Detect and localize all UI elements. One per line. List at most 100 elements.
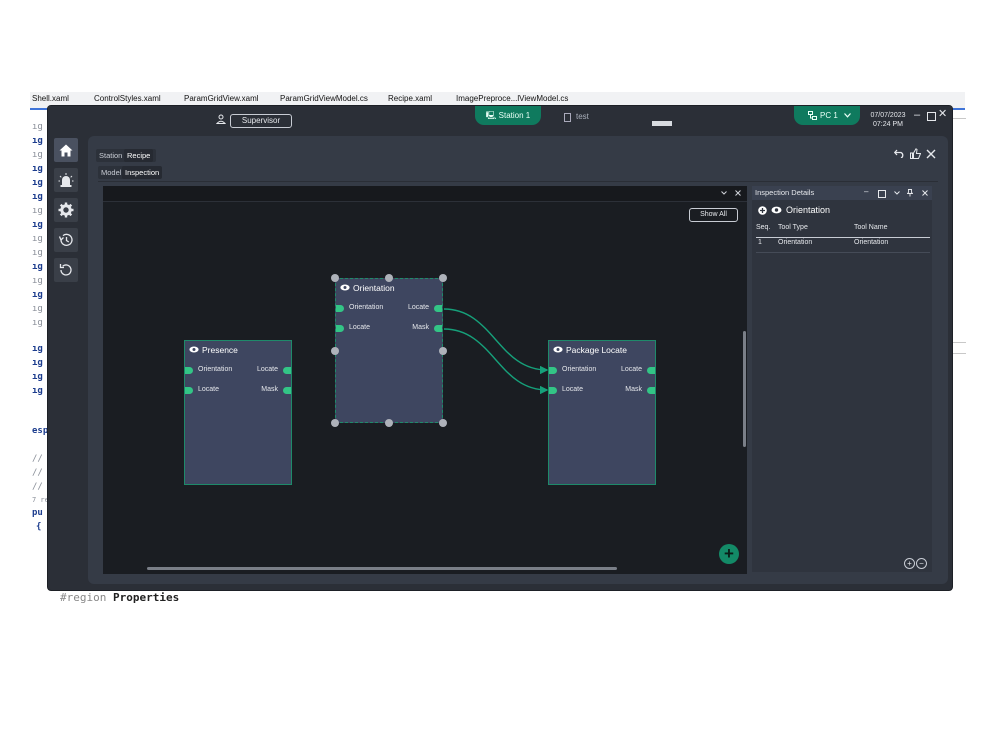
laptop-icon: 🖳︎ [485,111,497,120]
resize-handle[interactable] [385,419,393,427]
close-icon[interactable]: ✕ [938,109,947,120]
column-header-tool-name[interactable]: Tool Name [854,224,887,231]
close-icon[interactable] [922,190,928,196]
top-tab-bar: Station Recipe [96,149,156,162]
chevron-down-icon[interactable] [894,191,900,195]
add-circle-icon[interactable] [758,205,767,215]
tab-recipe[interactable]: Recipe [124,149,154,162]
user-role-button[interactable]: Supervisor [230,114,292,128]
output-port[interactable] [434,325,442,332]
output-port[interactable] [283,387,291,394]
nav-home-button[interactable] [54,138,78,162]
code-line: // [32,454,43,464]
maximize-icon[interactable] [927,112,936,121]
eye-icon [553,345,563,355]
zoom-out-icon[interactable]: − [916,558,927,569]
minimize-icon[interactable]: – [914,110,920,121]
station-selector-button[interactable]: 🖳︎ Station 1 [475,106,541,125]
tab-inspection[interactable]: Inspection [122,166,163,179]
ide-divider [952,118,966,119]
recipe-name-label[interactable]: test [576,112,589,121]
ide-tab-imagepreprocessing[interactable]: ImagePreproce...lViewModel.cs [456,94,568,103]
app-window: Supervisor 🖳︎ Station 1 test PC 1 07/07/… [48,106,952,590]
node-title-text: Presence [202,345,238,355]
chevron-down-icon [844,113,851,118]
code-line: ıg [32,220,43,230]
eye-icon [189,345,199,355]
user-icon [216,114,226,124]
vertical-scrollbar[interactable] [743,331,746,447]
output-port[interactable] [434,305,442,312]
node-title: Orientation [340,283,395,293]
nav-history-button[interactable] [54,228,78,252]
date-label: 07/07/2023 [870,112,906,119]
tab-model[interactable]: Model [98,166,124,179]
node-title: Presence [189,345,238,355]
tool-node-orientation[interactable]: Orientation Orientation Locate Locate Ma… [335,278,443,423]
ide-tab-paramgridviewmodel[interactable]: ParamGridViewModel.cs [280,94,368,103]
code-line: ıg [32,192,43,202]
network-icon [808,111,817,120]
input-port[interactable] [185,367,193,374]
minimize-icon[interactable]: – [864,187,868,196]
output-port[interactable] [283,367,291,374]
column-header-seq[interactable]: Seq. [756,224,770,231]
input-port[interactable] [336,305,344,312]
code-line: ıg [32,262,43,272]
code-line: ıg [32,358,43,368]
pc-selector-button[interactable]: PC 1 [794,106,860,125]
resize-handle[interactable] [439,419,447,427]
ide-code-gutter: ıg ıg ıg ıg ıg ıg ıg ıg ıg ıg ıg ıg ıg ı… [30,108,50,588]
column-header-tool-type[interactable]: Tool Type [778,224,808,231]
code-line: // [32,468,43,478]
close-panel-icon[interactable] [926,149,936,159]
alarm-light-icon [58,173,74,187]
history-icon [58,233,73,246]
selected-tool-header: Orientation [758,205,830,215]
port-label: Locate [349,324,371,331]
tool-node-package-locate[interactable]: Package Locate Orientation Locate Locate… [548,340,656,485]
resize-handle[interactable] [439,347,447,355]
code-line: ıg [32,136,43,146]
code-line: // [32,482,43,492]
gear-icon [58,202,74,218]
resize-handle[interactable] [331,347,339,355]
add-tool-button[interactable]: + [719,544,739,564]
ide-divider [952,353,966,354]
output-port[interactable] [647,387,655,394]
ide-tab-shell[interactable]: Shell.xaml [32,94,69,103]
ide-tab-paramgridview[interactable]: ParamGridView.xaml [184,94,259,103]
input-port[interactable] [336,325,344,332]
thumbs-up-icon[interactable] [910,148,921,159]
undo-icon[interactable] [894,149,905,158]
input-port[interactable] [185,387,193,394]
nav-settings-button[interactable] [54,198,78,222]
nav-refresh-button[interactable] [54,258,78,282]
nav-alarm-button[interactable] [54,168,78,192]
zoom-in-icon[interactable]: + [904,558,915,569]
output-port[interactable] [647,367,655,374]
node-title-text: Orientation [353,283,395,293]
maximize-icon[interactable] [878,190,886,198]
resize-handle[interactable] [439,274,447,282]
tab-divider [98,181,938,182]
code-line: ıg [32,248,43,258]
input-port[interactable] [549,387,557,394]
resize-handle[interactable] [385,274,393,282]
resize-handle[interactable] [331,274,339,282]
horizontal-scrollbar[interactable] [147,567,617,570]
inspection-canvas[interactable]: Show All Presence Orientation Locate Loc… [103,186,747,574]
tab-station[interactable]: Station [96,149,125,162]
tool-node-presence[interactable]: Presence Orientation Locate Locate Mask [184,340,292,485]
table-header-divider [756,237,930,238]
title-bar: Supervisor 🖳︎ Station 1 test PC 1 07/07/… [48,106,952,132]
ide-tab-recipe[interactable]: Recipe.xaml [388,94,432,103]
port-label: Orientation [198,366,233,373]
input-port[interactable] [549,367,557,374]
code-line: ıg [32,150,43,160]
eye-icon[interactable] [771,206,782,214]
resize-handle[interactable] [331,419,339,427]
pin-icon[interactable] [907,189,913,197]
code-line: esp [32,426,49,436]
ide-tab-controlstyles[interactable]: ControlStyles.xaml [94,94,161,103]
